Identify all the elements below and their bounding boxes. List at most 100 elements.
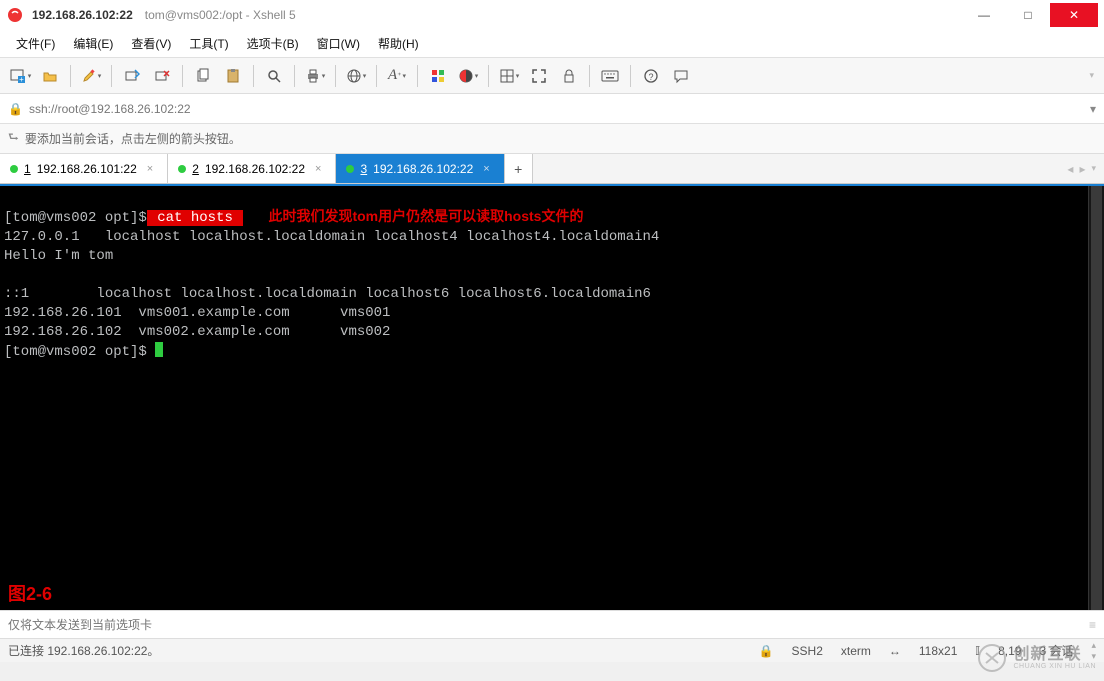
disconnect-button[interactable] xyxy=(148,62,176,90)
app-icon xyxy=(6,6,24,24)
terminal-scrollbar[interactable] xyxy=(1088,186,1104,610)
terminal-prompt: [tom@vms002 opt]$ xyxy=(4,210,147,226)
watermark-subtext: CHUANG XIN HU LIAN xyxy=(1013,663,1096,670)
terminal-command-highlight: cat hosts xyxy=(147,210,243,226)
paste-button[interactable] xyxy=(219,62,247,90)
arrow-add-icon[interactable]: ⮑ xyxy=(8,128,19,149)
hint-bar: ⮑ 要添加当前会话，点击左侧的箭头按钮。 xyxy=(0,124,1104,154)
toolbar-separator xyxy=(589,65,590,87)
terminal[interactable]: [tom@vms002 opt]$ cat hosts 此时我们发现tom用户仍… xyxy=(0,184,1104,610)
resize-icon: ↔ xyxy=(889,644,901,658)
terminal-annotation: 此时我们发现tom用户仍然是可以读取hosts文件的 xyxy=(268,208,583,224)
layout-button[interactable]: ▾ xyxy=(495,62,523,90)
tab-session-2[interactable]: 2 192.168.26.102:22 × xyxy=(168,154,336,183)
figure-label: 图2-6 xyxy=(8,585,52,604)
toolbar: +▾ ▾ ▾ ▾ A⁺▾ ▾ ▾ ? ▾ xyxy=(0,58,1104,94)
new-session-button[interactable]: +▾ xyxy=(6,62,34,90)
menu-edit[interactable]: 编辑(E) xyxy=(65,31,121,56)
menu-bar: 文件(F) 编辑(E) 查看(V) 工具(T) 选项卡(B) 窗口(W) 帮助(… xyxy=(0,30,1104,58)
reconnect-button[interactable] xyxy=(118,62,146,90)
send-options-icon[interactable]: ≡ xyxy=(1089,618,1096,632)
lock-button[interactable] xyxy=(555,62,583,90)
terminal-line: ::1 localhost localhost.localdomain loca… xyxy=(4,286,651,302)
terminal-prompt: [tom@vms002 opt]$ xyxy=(4,344,155,360)
palette-button[interactable] xyxy=(424,62,452,90)
status-protocol: SSH2 xyxy=(792,644,823,658)
menu-tabs[interactable]: 选项卡(B) xyxy=(239,31,307,56)
status-size: 118x21 xyxy=(919,644,957,658)
terminal-line: 192.168.26.102 vms002.example.com vms002 xyxy=(4,324,390,340)
chat-button[interactable] xyxy=(667,62,695,90)
menu-window[interactable]: 窗口(W) xyxy=(309,31,368,56)
menu-help[interactable]: 帮助(H) xyxy=(370,31,427,56)
toolbar-separator xyxy=(488,65,489,87)
highlighter-button[interactable]: ▾ xyxy=(77,62,105,90)
terminal-line: 192.168.26.101 vms001.example.com vms001 xyxy=(4,305,390,321)
tabs-next-icon[interactable]: ▸ xyxy=(1079,162,1085,176)
keyboard-button[interactable] xyxy=(596,62,624,90)
tab-close-icon[interactable]: × xyxy=(483,163,489,175)
maximize-button[interactable]: □ xyxy=(1006,3,1050,27)
toolbar-separator xyxy=(335,65,336,87)
lock-icon: 🔒 xyxy=(759,644,774,658)
toolbar-separator xyxy=(417,65,418,87)
tab-label: 192.168.26.102:22 xyxy=(205,162,305,176)
watermark: 创新互联 CHUANG XIN HU LIAN xyxy=(977,643,1096,673)
window-controls: — □ ✕ xyxy=(962,3,1098,27)
address-url[interactable]: ssh://root@192.168.26.102:22 xyxy=(29,102,191,116)
toolbar-overflow-icon[interactable]: ▾ xyxy=(1089,70,1098,81)
address-bar: 🔒 ssh://root@192.168.26.102:22 ▾ xyxy=(0,94,1104,124)
send-input[interactable] xyxy=(8,618,1083,632)
tab-number: 2 xyxy=(192,162,199,176)
tab-session-1[interactable]: 1 192.168.26.101:22 × xyxy=(0,154,168,183)
menu-tools[interactable]: 工具(T) xyxy=(181,31,236,56)
watermark-text: 创新互联 xyxy=(1013,647,1096,663)
tabs-menu-icon[interactable]: ▾ xyxy=(1091,163,1096,174)
menu-view[interactable]: 查看(V) xyxy=(123,31,179,56)
status-dot-icon xyxy=(178,165,186,173)
fullscreen-button[interactable] xyxy=(525,62,553,90)
copy-button[interactable] xyxy=(189,62,217,90)
tab-label: 192.168.26.101:22 xyxy=(37,162,137,176)
tab-label: 192.168.26.102:22 xyxy=(373,162,473,176)
print-button[interactable]: ▾ xyxy=(301,62,329,90)
send-bar: ≡ xyxy=(0,610,1104,638)
close-button[interactable]: ✕ xyxy=(1050,3,1098,27)
tabs-bar: 1 192.168.26.101:22 × 2 192.168.26.102:2… xyxy=(0,154,1104,184)
status-dot-icon xyxy=(346,165,354,173)
watermark-logo-icon xyxy=(977,643,1007,673)
font-button[interactable]: A⁺▾ xyxy=(383,62,411,90)
hint-text: 要添加当前会话，点击左侧的箭头按钮。 xyxy=(25,130,241,147)
status-connected: 已连接 192.168.26.102:22。 xyxy=(8,642,159,659)
tab-number: 3 xyxy=(360,162,367,176)
toolbar-separator xyxy=(294,65,295,87)
toolbar-separator xyxy=(253,65,254,87)
minimize-button[interactable]: — xyxy=(962,3,1006,27)
tabs-prev-icon[interactable]: ◂ xyxy=(1067,162,1073,176)
menu-file[interactable]: 文件(F) xyxy=(8,31,63,56)
theme-button[interactable]: ▾ xyxy=(454,62,482,90)
window-title: tom@vms002:/opt - Xshell 5 xyxy=(145,8,296,22)
status-dot-icon xyxy=(10,165,18,173)
window-host: 192.168.26.102:22 xyxy=(32,8,133,22)
toolbar-separator xyxy=(630,65,631,87)
toolbar-separator xyxy=(111,65,112,87)
add-tab-button[interactable]: + xyxy=(505,154,533,183)
lock-icon: 🔒 xyxy=(8,102,23,116)
open-button[interactable] xyxy=(36,62,64,90)
globe-button[interactable]: ▾ xyxy=(342,62,370,90)
tab-close-icon[interactable]: × xyxy=(147,163,153,175)
status-term: xterm xyxy=(841,644,871,658)
toolbar-separator xyxy=(182,65,183,87)
search-button[interactable] xyxy=(260,62,288,90)
tab-session-3[interactable]: 3 192.168.26.102:22 × xyxy=(336,154,504,183)
address-dropdown-icon[interactable]: ▾ xyxy=(1090,102,1096,116)
svg-text:?: ? xyxy=(648,72,653,82)
help-button[interactable]: ? xyxy=(637,62,665,90)
toolbar-separator xyxy=(376,65,377,87)
tab-close-icon[interactable]: × xyxy=(315,163,321,175)
terminal-cursor xyxy=(155,342,163,357)
tab-number: 1 xyxy=(24,162,31,176)
tabs-nav: ◂ ▸ ▾ xyxy=(1059,154,1104,183)
title-bar: 192.168.26.102:22 tom@vms002:/opt - Xshe… xyxy=(0,0,1104,30)
